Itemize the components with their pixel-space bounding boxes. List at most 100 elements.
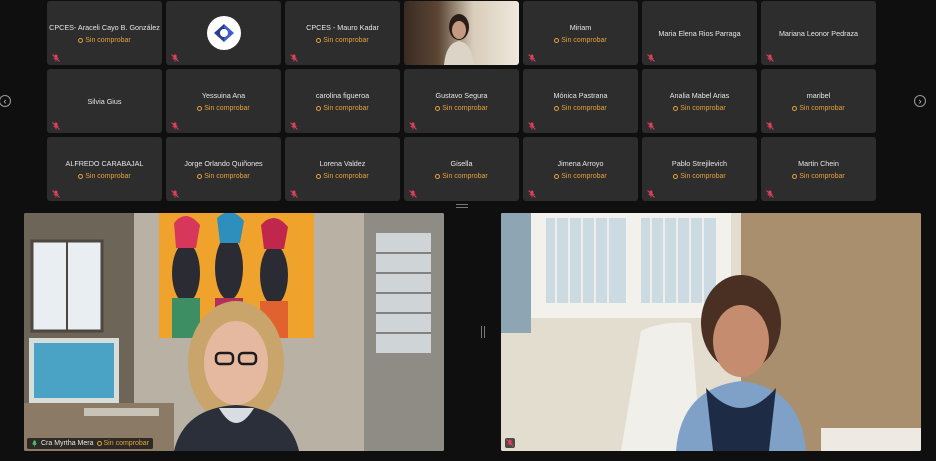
clock-icon	[554, 105, 560, 111]
muted-microphone-icon	[52, 190, 60, 198]
clock-icon	[78, 37, 84, 43]
participant-name: Gustavo Segura	[435, 90, 488, 100]
next-page-button[interactable]: ›	[914, 95, 926, 107]
participant-tile[interactable]: Analia Mabel Arias Sin comprobar	[642, 69, 757, 133]
muted-microphone-icon	[409, 122, 417, 130]
participant-name: Maria Elena Rios Parraga	[658, 28, 741, 38]
participant-tile[interactable]: Gustavo Segura Sin comprobar	[404, 69, 519, 133]
muted-microphone-icon	[52, 54, 60, 62]
clock-icon	[554, 173, 560, 179]
participant-name: Analia Mabel Arias	[669, 90, 730, 100]
participant-tile[interactable]	[166, 1, 281, 65]
speaker-video-frame	[501, 213, 921, 451]
muted-microphone-icon	[171, 54, 179, 62]
participant-tile[interactable]: Jimena Arroyo Sin comprobar	[523, 137, 638, 201]
participant-name: Mariana Leonor Pedraza	[778, 28, 859, 38]
verification-status: Sin comprobar	[96, 440, 149, 447]
clock-icon	[792, 105, 798, 111]
clock-icon	[316, 37, 322, 43]
verification-status: Sin comprobar	[792, 105, 845, 112]
clock-icon	[792, 173, 798, 179]
participant-tile[interactable]: Gisella Sin comprobar	[404, 137, 519, 201]
organization-logo	[206, 16, 241, 50]
clock-icon	[435, 173, 441, 179]
participant-tile[interactable]: ALFREDO CARABAJAL Sin comprobar	[47, 137, 162, 201]
verification-status: Sin comprobar	[435, 173, 488, 180]
verification-status: Sin comprobar	[554, 105, 607, 112]
clock-icon	[554, 37, 560, 43]
muted-microphone-icon	[766, 54, 774, 62]
participant-name: Mónica Pastrana	[553, 90, 608, 100]
muted-microphone-icon	[647, 190, 655, 198]
muted-microphone-icon	[290, 54, 298, 62]
participant-tile[interactable]: CPCES - Mauro Kadar Sin comprobar	[285, 1, 400, 65]
participant-tile[interactable]: Miriam Sin comprobar	[523, 1, 638, 65]
muted-microphone-icon	[505, 438, 515, 448]
muted-microphone-icon	[171, 122, 179, 130]
verification-status: Sin comprobar	[673, 105, 726, 112]
speaker-video-left[interactable]: Cra Myrtha Mera Sin comprobar	[24, 213, 444, 451]
clock-icon	[78, 173, 84, 179]
clock-icon	[96, 441, 102, 446]
muted-microphone-icon	[290, 190, 298, 198]
speaker-name-tag: Cra Myrtha Mera Sin comprobar	[27, 438, 154, 449]
participant-name: CPCES - Mauro Kadar	[306, 22, 379, 32]
participant-name: Jimena Arroyo	[557, 158, 604, 168]
muted-microphone-icon	[528, 54, 536, 62]
participant-tile[interactable]	[404, 1, 519, 65]
speaker-video-frame	[24, 213, 444, 451]
previous-page-button[interactable]: ‹	[0, 95, 11, 107]
participant-tile[interactable]: CPCES- Araceli Cayo B. González Sin compr…	[47, 1, 162, 65]
clock-icon	[316, 173, 322, 179]
muted-microphone-icon	[647, 122, 655, 130]
participant-name: Yessuina Ana	[201, 90, 246, 100]
participant-name: Lorena Valdez	[319, 158, 366, 168]
verification-status: Sin comprobar	[792, 173, 845, 180]
verification-status: Sin comprobar	[78, 173, 131, 180]
participant-name: carolina figueroa	[315, 90, 370, 100]
verification-status: Sin comprobar	[197, 173, 250, 180]
verification-status: Sin comprobar	[197, 105, 250, 112]
participant-name: maribel	[806, 90, 831, 100]
participant-tile[interactable]: Jorge Orlando Quiñones Sin comprobar	[166, 137, 281, 201]
participant-name: ALFREDO CARABAJAL	[65, 158, 144, 168]
clock-icon	[673, 173, 679, 179]
horizontal-resize-handle[interactable]	[456, 204, 468, 208]
participant-tile[interactable]: Maria Elena Rios Parraga	[642, 1, 757, 65]
microphone-icon	[31, 440, 38, 447]
participant-gallery: CPCES- Araceli Cayo B. González Sin compr…	[47, 1, 876, 201]
verification-status: Sin comprobar	[435, 105, 488, 112]
participant-tile[interactable]: Mónica Pastrana Sin comprobar	[523, 69, 638, 133]
chevron-right-icon: ›	[918, 96, 922, 106]
participant-tile[interactable]: Silvia Gius	[47, 69, 162, 133]
vertical-resize-handle[interactable]	[481, 326, 485, 338]
verification-status: Sin comprobar	[673, 173, 726, 180]
muted-microphone-icon	[766, 122, 774, 130]
participant-name: Jorge Orlando Quiñones	[184, 158, 263, 168]
clock-icon	[197, 173, 203, 179]
speaker-video-right[interactable]	[501, 213, 921, 451]
participant-tile[interactable]: Pablo Strejilevich Sin comprobar	[642, 137, 757, 201]
verification-status: Sin comprobar	[554, 173, 607, 180]
participant-tile[interactable]: maribel Sin comprobar	[761, 69, 876, 133]
muted-microphone-icon	[528, 190, 536, 198]
muted-microphone-icon	[409, 190, 417, 198]
participant-tile[interactable]: Lorena Valdez Sin comprobar	[285, 137, 400, 201]
participant-name: Gisella	[450, 158, 473, 168]
participant-tile[interactable]: Mariana Leonor Pedraza	[761, 1, 876, 65]
participant-tile[interactable]: Martin Chein Sin comprobar	[761, 137, 876, 201]
participant-tile[interactable]: carolina figueroa Sin comprobar	[285, 69, 400, 133]
muted-microphone-icon	[52, 122, 60, 130]
verification-status: Sin comprobar	[78, 37, 131, 44]
chevron-left-icon: ‹	[3, 96, 7, 106]
participant-name: CPCES- Araceli Cayo B. González	[49, 22, 160, 32]
participant-video	[444, 14, 474, 65]
participant-name: Martin Chein	[798, 158, 839, 168]
verification-status: Sin comprobar	[316, 105, 369, 112]
muted-microphone-icon	[766, 190, 774, 198]
verification-status: Sin comprobar	[316, 37, 369, 44]
participant-tile[interactable]: Yessuina Ana Sin comprobar	[166, 69, 281, 133]
participant-name: Miriam	[569, 22, 592, 32]
muted-microphone-icon	[171, 190, 179, 198]
muted-microphone-icon	[647, 54, 655, 62]
